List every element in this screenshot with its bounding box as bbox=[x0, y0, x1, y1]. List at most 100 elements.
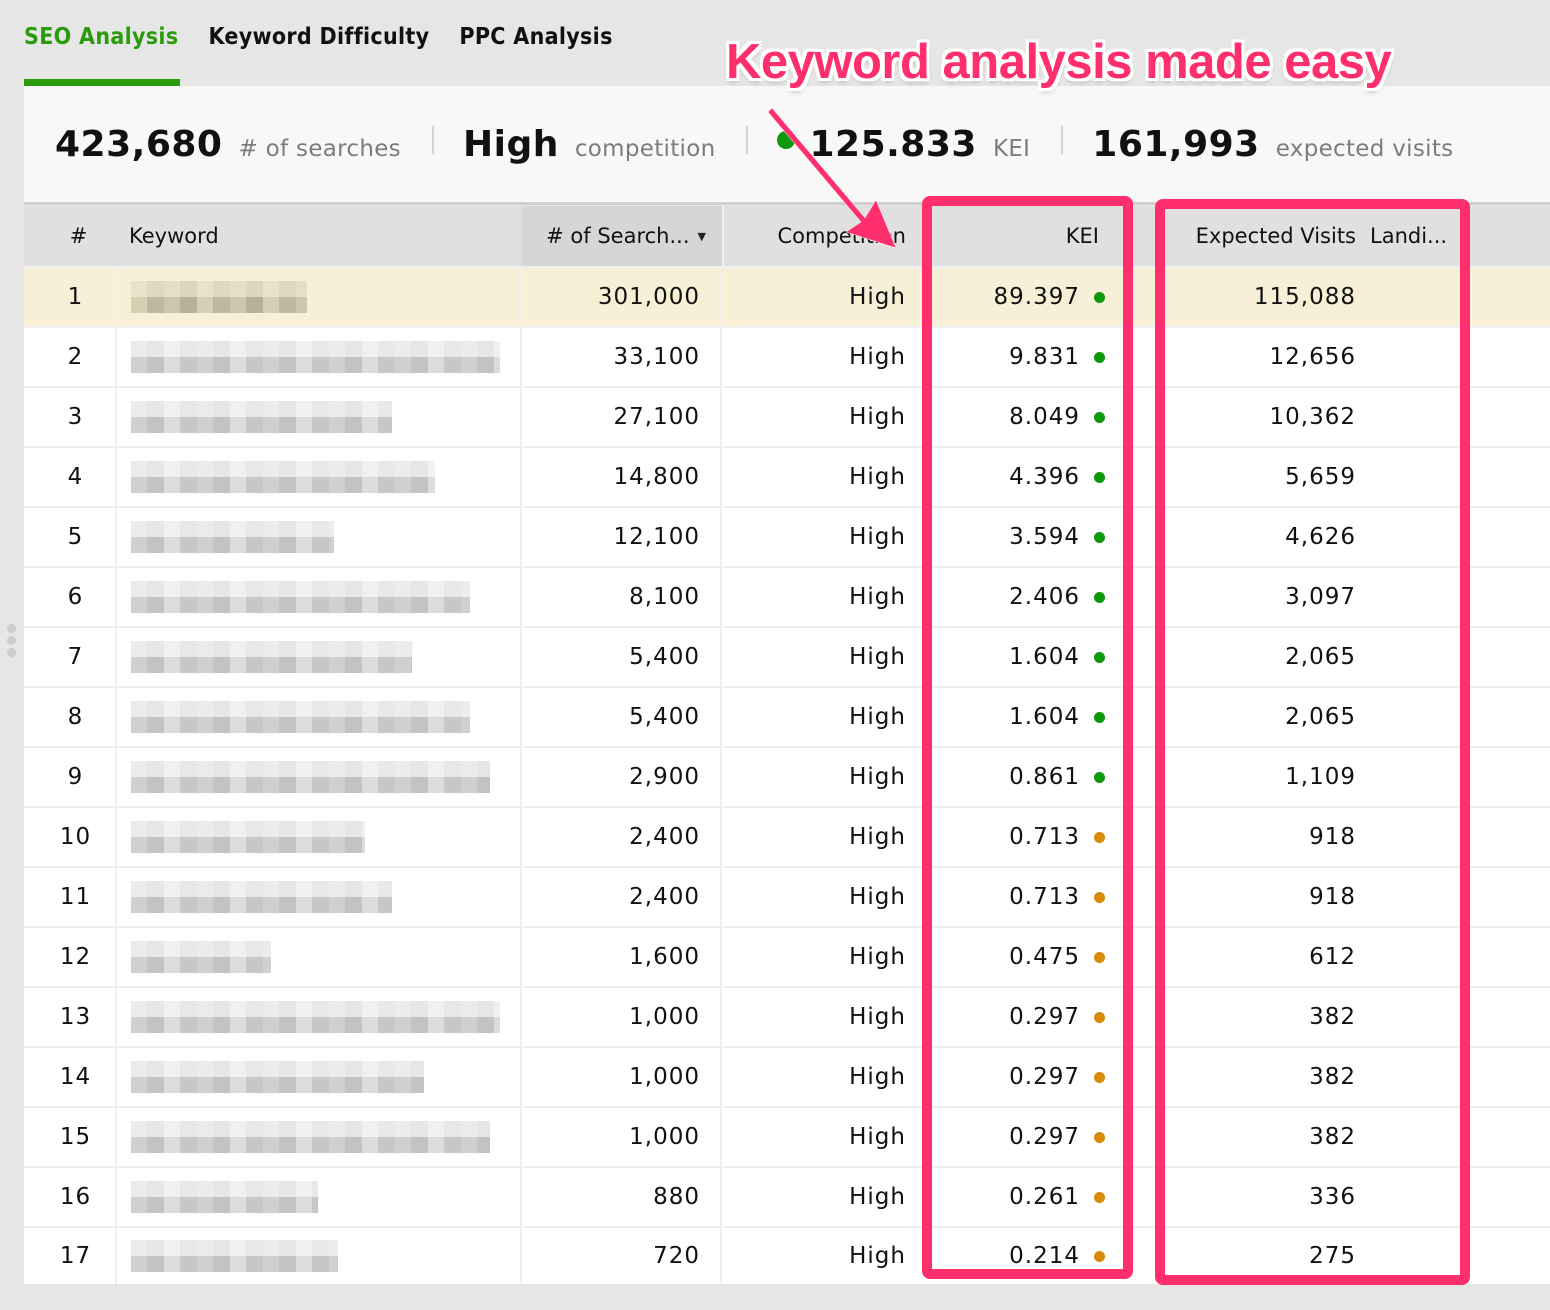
redaction-block bbox=[131, 897, 392, 913]
stat-expected-visits: 161,993 expected visits bbox=[1061, 124, 1484, 165]
keyword-cell-redacted[interactable] bbox=[115, 388, 522, 446]
row-number: 15 bbox=[59, 1124, 92, 1150]
landing-page-cell bbox=[1460, 1108, 1550, 1166]
competition-cell: High bbox=[849, 704, 906, 730]
keyword-cell-redacted[interactable] bbox=[115, 1228, 522, 1284]
stat-searches: 423,680 # of searches bbox=[24, 124, 432, 165]
redacted-keyword bbox=[131, 1180, 318, 1214]
tab-ppc-analysis[interactable]: PPC Analysis bbox=[459, 0, 612, 86]
panel-resize-grip-icon[interactable] bbox=[7, 624, 17, 660]
stat-competition-label: competition bbox=[574, 135, 716, 162]
keyword-cell-redacted[interactable] bbox=[115, 748, 522, 806]
stat-searches-value: 423,680 bbox=[55, 123, 223, 165]
tab-seo-analysis[interactable]: SEO Analysis bbox=[24, 0, 181, 86]
searches-cell: 1,000 bbox=[522, 1108, 722, 1166]
competition-cell: High bbox=[849, 524, 906, 550]
keyword-cell-redacted[interactable] bbox=[115, 268, 522, 326]
competition-cell: High bbox=[849, 1184, 906, 1210]
annotation-headline: Keyword analysis made easy bbox=[726, 35, 1392, 89]
searches-cell: 8,100 bbox=[522, 568, 722, 626]
landing-page-cell bbox=[1460, 928, 1550, 986]
searches-cell: 2,400 bbox=[522, 868, 722, 926]
column-header-keyword[interactable]: Keyword bbox=[115, 206, 522, 266]
highlight-box-kei bbox=[922, 196, 1133, 1279]
keyword-cell-redacted[interactable] bbox=[115, 1168, 522, 1226]
redaction-block bbox=[131, 777, 490, 793]
redacted-keyword bbox=[131, 700, 470, 734]
column-header-competition[interactable]: Competition bbox=[724, 206, 922, 266]
searches-cell: 5,400 bbox=[522, 628, 722, 686]
landing-page-cell bbox=[1460, 1168, 1550, 1226]
redaction-block bbox=[131, 837, 365, 853]
stat-kei: 125.833 KEI bbox=[746, 124, 1061, 165]
redacted-keyword bbox=[131, 1000, 500, 1034]
searches-cell: 301,000 bbox=[522, 268, 722, 326]
redaction-block bbox=[131, 1017, 500, 1033]
keyword-cell-redacted[interactable] bbox=[115, 508, 522, 566]
stat-kei-label: KEI bbox=[992, 135, 1031, 162]
keyword-cell-redacted[interactable] bbox=[115, 808, 522, 866]
row-number: 1 bbox=[67, 284, 84, 310]
column-header-searches[interactable]: # of Search... ▼ bbox=[522, 206, 722, 266]
keyword-cell-redacted[interactable] bbox=[115, 448, 522, 506]
redaction-block bbox=[131, 461, 435, 477]
landing-page-cell bbox=[1460, 1228, 1550, 1284]
keyword-cell-redacted[interactable] bbox=[115, 868, 522, 926]
redaction-block bbox=[131, 1121, 490, 1137]
kei-status-dot-icon bbox=[777, 131, 796, 149]
landing-page-cell bbox=[1460, 868, 1550, 926]
searches-cell: 12,100 bbox=[522, 508, 722, 566]
redaction-block bbox=[131, 401, 392, 417]
competition-cell: High bbox=[849, 944, 906, 970]
landing-page-cell bbox=[1460, 808, 1550, 866]
redaction-block bbox=[131, 1181, 318, 1197]
redacted-keyword bbox=[131, 640, 412, 674]
redaction-block bbox=[131, 881, 392, 897]
redacted-keyword bbox=[131, 940, 271, 974]
redaction-block bbox=[131, 357, 500, 373]
redacted-keyword bbox=[131, 820, 365, 854]
redacted-keyword bbox=[131, 580, 470, 614]
landing-page-cell bbox=[1460, 568, 1550, 626]
competition-cell: High bbox=[849, 1064, 906, 1090]
keyword-cell-redacted[interactable] bbox=[115, 1108, 522, 1166]
keyword-cell-redacted[interactable] bbox=[115, 988, 522, 1046]
searches-cell: 14,800 bbox=[522, 448, 722, 506]
keyword-cell-redacted[interactable] bbox=[115, 688, 522, 746]
redaction-block bbox=[131, 1001, 500, 1017]
redaction-block bbox=[131, 1197, 318, 1213]
redaction-block bbox=[131, 957, 271, 973]
landing-page-cell bbox=[1460, 988, 1550, 1046]
searches-cell: 27,100 bbox=[522, 388, 722, 446]
keyword-cell-redacted[interactable] bbox=[115, 928, 522, 986]
redaction-block bbox=[131, 1061, 424, 1077]
redaction-block bbox=[131, 521, 334, 537]
redaction-block bbox=[131, 641, 412, 657]
keyword-cell-redacted[interactable] bbox=[115, 568, 522, 626]
column-header-number[interactable]: # bbox=[24, 206, 115, 266]
competition-cell: High bbox=[849, 884, 906, 910]
row-number: 5 bbox=[67, 524, 84, 550]
row-number: 3 bbox=[67, 404, 84, 430]
competition-cell: High bbox=[849, 464, 906, 490]
row-number: 2 bbox=[67, 344, 84, 370]
redaction-block bbox=[131, 341, 500, 357]
redaction-block bbox=[131, 297, 307, 313]
landing-page-cell bbox=[1460, 328, 1550, 386]
competition-cell: High bbox=[849, 644, 906, 670]
keyword-cell-redacted[interactable] bbox=[115, 328, 522, 386]
searches-cell: 2,900 bbox=[522, 748, 722, 806]
landing-page-cell bbox=[1460, 448, 1550, 506]
keyword-cell-redacted[interactable] bbox=[115, 1048, 522, 1106]
searches-cell: 33,100 bbox=[522, 328, 722, 386]
searches-cell: 1,000 bbox=[522, 1048, 722, 1106]
competition-cell: High bbox=[849, 1004, 906, 1030]
stat-expected-visits-value: 161,993 bbox=[1092, 123, 1260, 165]
landing-page-cell bbox=[1460, 1048, 1550, 1106]
searches-cell: 880 bbox=[522, 1168, 722, 1226]
stat-expected-visits-label: expected visits bbox=[1275, 135, 1454, 162]
stat-competition: High competition bbox=[431, 124, 747, 165]
tab-keyword-difficulty[interactable]: Keyword Difficulty bbox=[208, 0, 429, 86]
keyword-cell-redacted[interactable] bbox=[115, 628, 522, 686]
redacted-keyword bbox=[131, 520, 334, 554]
